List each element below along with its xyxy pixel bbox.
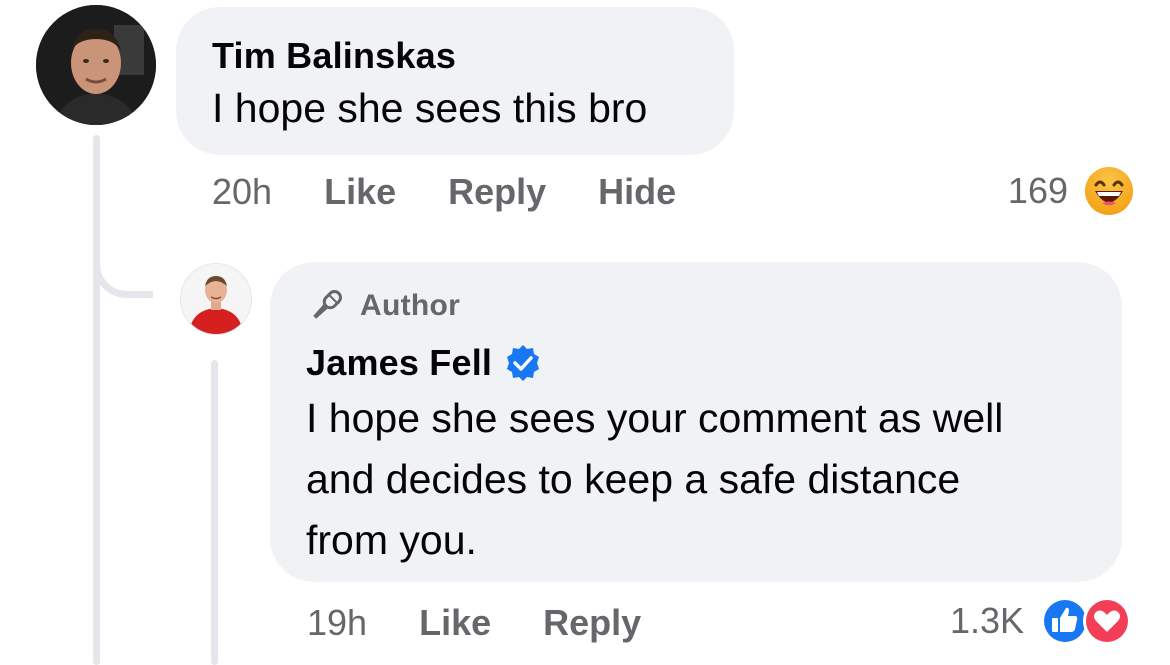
comment-actions: 20h Like Reply Hide xyxy=(212,171,728,213)
reply-bubble: Author James Fell I hope she sees your c… xyxy=(270,262,1122,582)
reply-timestamp[interactable]: 19h xyxy=(307,602,367,644)
reply-connector-curve xyxy=(93,240,153,298)
reply-thread-line xyxy=(211,360,218,665)
microphone-icon xyxy=(313,290,342,319)
reply-actions: 19h Like Reply xyxy=(307,602,693,644)
comment-timestamp[interactable]: 20h xyxy=(212,171,272,213)
like-button[interactable]: Like xyxy=(419,602,491,644)
reaction-count: 169 xyxy=(1007,170,1068,211)
reply-author[interactable]: James Fell xyxy=(306,342,542,384)
author-badge-label: Author xyxy=(360,289,461,322)
avatar-photo-icon xyxy=(181,264,251,334)
verified-badge-icon xyxy=(507,345,540,381)
like-button[interactable]: Like xyxy=(324,171,396,213)
laughing-emoji-icon xyxy=(1085,167,1133,215)
avatar-tim-balinskas[interactable] xyxy=(36,5,156,125)
reply-reactions[interactable]: 1.3K xyxy=(950,596,1132,646)
reply-button[interactable]: Reply xyxy=(543,602,641,644)
avatar-james-fell[interactable] xyxy=(180,263,252,335)
comment-reactions[interactable]: 169 xyxy=(1008,166,1134,216)
reply-author-name[interactable]: James Fell xyxy=(306,342,492,384)
reply-text: I hope she sees your comment as well and… xyxy=(306,395,1004,563)
hide-button[interactable]: Hide xyxy=(598,171,676,213)
avatar-photo-icon xyxy=(36,5,156,125)
thread-connector-line xyxy=(93,135,100,665)
comment-bubble: Tim Balinskas I hope she sees this bro xyxy=(176,7,734,155)
comment-author-name[interactable]: Tim Balinskas xyxy=(212,35,456,77)
reply-button[interactable]: Reply xyxy=(448,171,546,213)
love-reaction-icon xyxy=(1083,597,1131,645)
author-badge: Author xyxy=(306,286,460,326)
reaction-count: 1.3K xyxy=(949,600,1024,641)
comment-text: I hope she sees this bro xyxy=(212,85,648,131)
